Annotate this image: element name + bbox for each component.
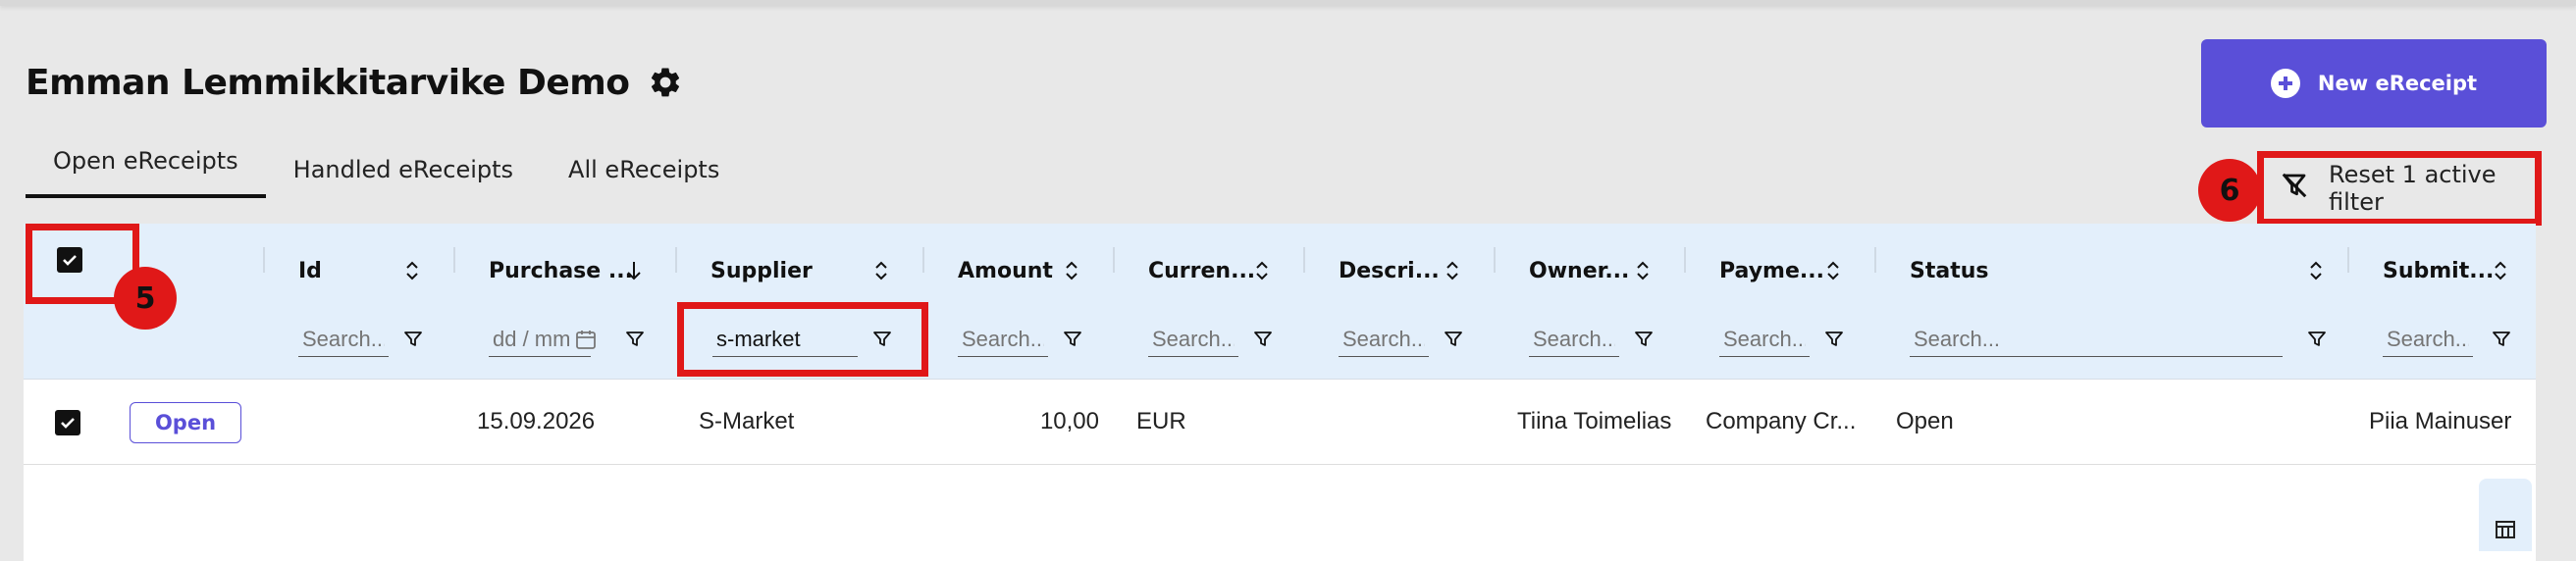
filter-icon[interactable] xyxy=(1441,326,1466,353)
reset-filter-button[interactable]: Reset 1 active filter xyxy=(2257,151,2542,226)
new-ereceipt-label: New eReceipt xyxy=(2317,72,2478,95)
column-separator xyxy=(1303,247,1305,273)
filter-icon[interactable] xyxy=(622,326,648,353)
filter-icon[interactable] xyxy=(400,326,426,353)
cell-owner: Tiina Toimelias xyxy=(1517,408,1672,434)
tab-handled-ereceipts[interactable]: Handled eReceipts xyxy=(266,137,541,192)
filter-amount-input[interactable] xyxy=(958,322,1048,357)
row-select-checkbox[interactable] xyxy=(55,410,80,435)
column-header-submitter[interactable]: Submit... xyxy=(2383,251,2494,290)
column-header-payment[interactable]: Payme... xyxy=(1719,251,1824,290)
cell-currency: EUR xyxy=(1136,408,1186,434)
filter-icon[interactable] xyxy=(1631,326,1656,353)
column-separator xyxy=(2347,247,2349,273)
column-settings-button[interactable] xyxy=(2479,479,2532,551)
sort-icon[interactable] xyxy=(2304,251,2328,290)
filter-id-input[interactable] xyxy=(298,322,389,357)
sort-icon[interactable] xyxy=(1060,251,1083,290)
plus-circle-icon xyxy=(2270,69,2300,98)
tab-open-ereceipts[interactable]: Open eReceipts xyxy=(26,137,266,198)
sort-icon[interactable] xyxy=(400,251,424,290)
column-separator xyxy=(1113,247,1115,273)
table-header: Id Purchase ... Supplier Amount Curren..… xyxy=(24,224,2536,380)
filter-icon[interactable] xyxy=(2304,326,2330,353)
column-separator xyxy=(922,247,924,273)
filter-icon[interactable] xyxy=(1250,326,1276,353)
filter-owner-input[interactable] xyxy=(1529,322,1619,357)
column-header-status[interactable]: Status xyxy=(1910,251,1988,290)
sort-icon[interactable] xyxy=(1441,251,1464,290)
filter-submitter-input[interactable] xyxy=(2383,322,2473,357)
filter-off-icon xyxy=(2280,171,2309,206)
new-ereceipt-button[interactable]: New eReceipt xyxy=(2201,39,2547,128)
annotation-badge-5: 5 xyxy=(114,267,177,330)
column-separator xyxy=(263,247,265,273)
filter-icon[interactable] xyxy=(1060,326,1085,353)
sort-icon[interactable] xyxy=(2489,251,2512,290)
ereceipts-table: Id Purchase ... Supplier Amount Curren..… xyxy=(24,224,2536,561)
column-header-description[interactable]: Descri... xyxy=(1339,251,1440,290)
column-header-purchase[interactable]: Purchase ... xyxy=(489,251,633,290)
filter-description-input[interactable] xyxy=(1339,322,1429,357)
cell-amount: 10,00 xyxy=(1039,408,1099,434)
column-separator xyxy=(1874,247,1876,273)
highlight-supplier-filter xyxy=(677,302,928,377)
tab-all-ereceipts[interactable]: All eReceipts xyxy=(541,137,747,192)
top-strip xyxy=(0,0,2576,6)
cell-supplier: S-Market xyxy=(699,408,795,434)
cell-submitter: Piia Mainuser xyxy=(2369,408,2512,434)
column-separator xyxy=(453,247,455,273)
column-header-id[interactable]: Id xyxy=(298,251,322,290)
sort-icon[interactable] xyxy=(1631,251,1655,290)
filter-payment-input[interactable] xyxy=(1719,322,1810,357)
cell-purchase-date: 15.09.2026 xyxy=(477,408,596,434)
column-header-currency[interactable]: Curren... xyxy=(1148,251,1255,290)
column-header-amount[interactable]: Amount xyxy=(958,251,1053,290)
calendar-icon[interactable] xyxy=(573,326,599,353)
filter-currency-input[interactable] xyxy=(1148,322,1238,357)
column-separator xyxy=(1684,247,1686,273)
sort-icon[interactable] xyxy=(869,251,893,290)
reset-filter-label: Reset 1 active filter xyxy=(2329,161,2497,216)
columns-icon xyxy=(2496,521,2515,543)
table-row[interactable]: Open 15.09.2026 S-Market 10,00 EUR Tiina… xyxy=(24,380,2536,465)
page-title: Emman Lemmikkitarvike Demo xyxy=(26,62,630,103)
column-header-supplier[interactable]: Supplier xyxy=(710,251,813,290)
sort-icon[interactable] xyxy=(1821,251,1845,290)
gear-icon[interactable] xyxy=(646,63,685,102)
filter-icon[interactable] xyxy=(2489,326,2514,353)
page-title-bar: Emman Lemmikkitarvike Demo xyxy=(26,57,685,108)
cell-status: Open xyxy=(1896,408,1954,434)
filter-status-input[interactable] xyxy=(1910,322,2283,357)
annotation-badge-6: 6 xyxy=(2198,159,2261,222)
column-separator xyxy=(675,247,677,273)
tab-bar: Open eReceipts Handled eReceipts All eRe… xyxy=(26,137,747,202)
row-open-button[interactable]: Open xyxy=(130,402,241,443)
sort-desc-icon[interactable] xyxy=(622,251,646,290)
cell-payment: Company Cr... xyxy=(1706,408,1857,434)
column-separator xyxy=(1494,247,1496,273)
column-header-owner[interactable]: Owner... xyxy=(1529,251,1629,290)
filter-icon[interactable] xyxy=(1821,326,1847,353)
sort-icon[interactable] xyxy=(1250,251,1274,290)
